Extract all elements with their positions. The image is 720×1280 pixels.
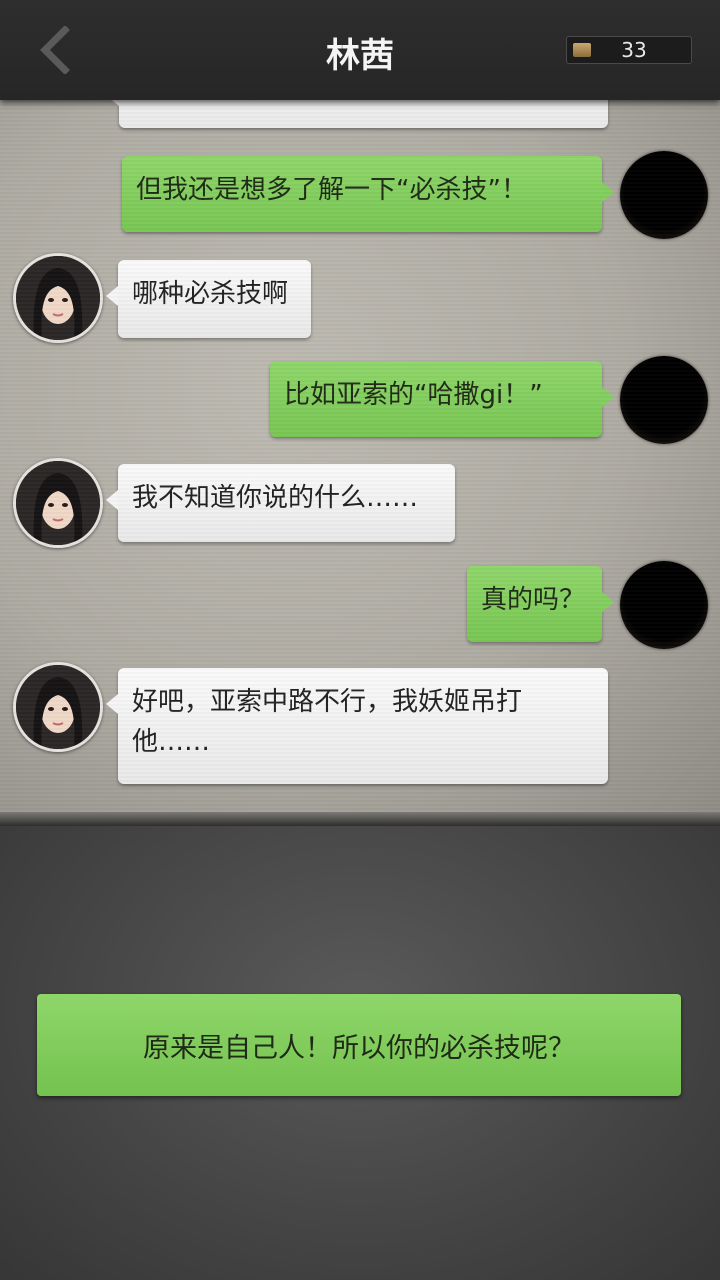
contact-photo-icon [16, 256, 100, 340]
paper-edge-divider [0, 812, 720, 826]
user-avatar [620, 356, 708, 444]
message-bubble-right: 但我还是想多了解一下“必杀技”！ [122, 156, 614, 232]
coin-counter: 33 [566, 36, 692, 64]
message-text: 比如亚索的“哈撒gi！” [284, 380, 543, 410]
chat-area[interactable]: … 但我还是想多了解一下“必杀技”！ 哪种必杀技啊 比如亚索的“哈撒gi！” [0, 100, 720, 816]
message-text: 哪种必杀技啊 [132, 279, 289, 309]
contact-avatar[interactable] [13, 662, 103, 752]
contact-photo-icon [16, 461, 100, 545]
contact-avatar[interactable] [13, 253, 103, 343]
message-text: 我不知道你说的什么…… [132, 483, 419, 513]
coin-icon [573, 43, 591, 57]
message-bubble-right: 真的吗？ [467, 566, 614, 642]
contact-photo-icon [16, 665, 100, 749]
message-bubble-left: 哪种必杀技啊 [106, 260, 311, 338]
message-text: 真的吗？ [481, 585, 586, 615]
message-bubble-left: 好吧，亚索中路不行，我妖姬吊打他…… [106, 668, 608, 784]
contact-avatar[interactable] [13, 458, 103, 548]
top-bar: 林茜 33 [0, 0, 720, 100]
message-bubble-left: 我不知道你说的什么…… [106, 464, 455, 542]
message-bubble-left: … [107, 100, 608, 128]
user-avatar [620, 151, 708, 239]
message-text: 好吧，亚索中路不行，我妖姬吊打他…… [132, 687, 523, 757]
message-text: 但我还是想多了解一下“必杀技”！ [136, 175, 527, 205]
reply-option-button[interactable]: 原来是自己人！所以你的必杀技呢？ [37, 994, 681, 1096]
message-bubble-right: 比如亚索的“哈撒gi！” [270, 361, 614, 437]
user-avatar [620, 561, 708, 649]
coin-count: 33 [621, 38, 647, 62]
